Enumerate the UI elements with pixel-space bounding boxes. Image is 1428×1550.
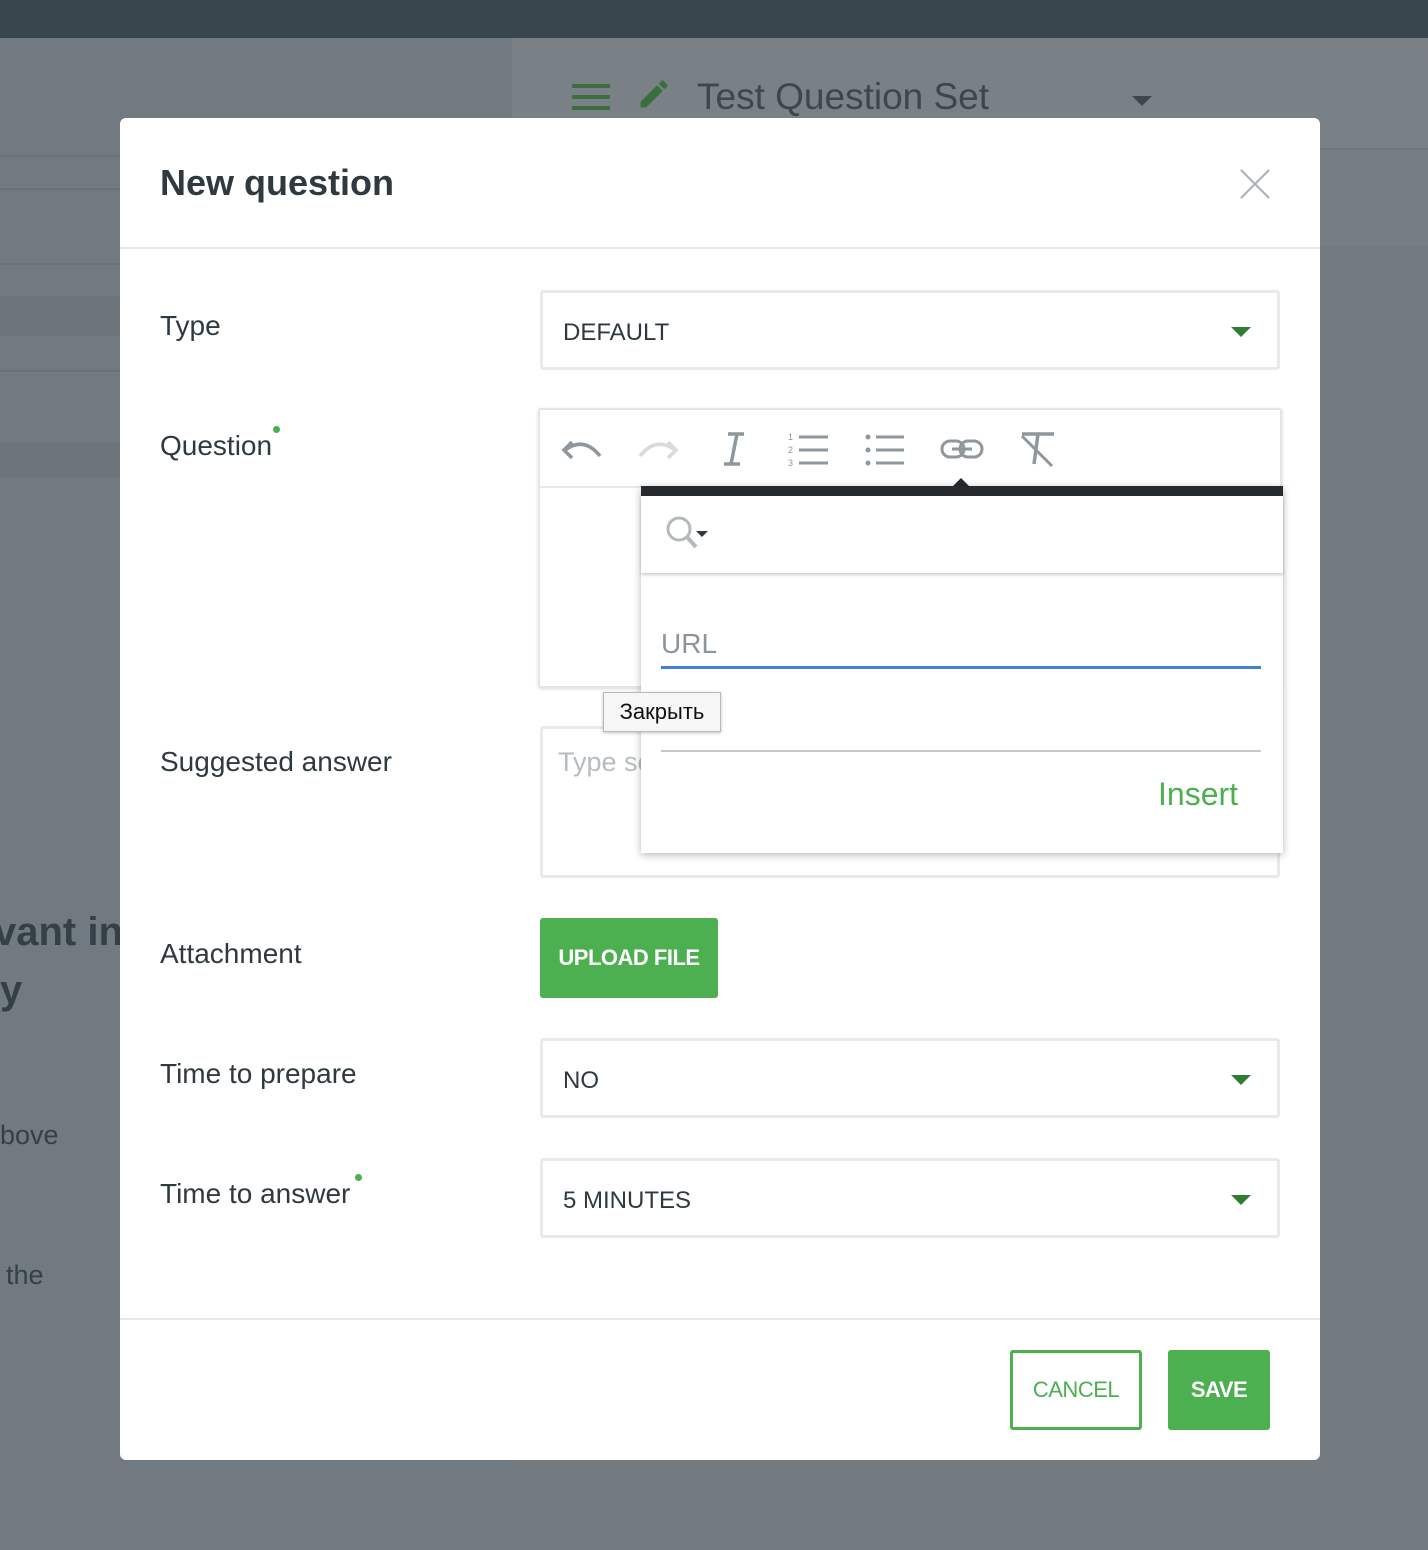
- cancel-button[interactable]: CANCEL: [1010, 1350, 1142, 1430]
- time-to-prepare-value: NO: [563, 1067, 599, 1094]
- link-text-input[interactable]: [661, 704, 1261, 752]
- undo-icon[interactable]: [558, 428, 606, 470]
- suggested-answer-label: Suggested answer: [160, 746, 392, 777]
- italic-icon[interactable]: [710, 428, 758, 470]
- clear-format-icon[interactable]: [1014, 428, 1062, 470]
- background-heading-fragment: vant in: [0, 910, 123, 954]
- editor-toolbar: 1 2 3: [540, 410, 1280, 488]
- save-button[interactable]: SAVE: [1168, 1350, 1270, 1430]
- dialog-footer-divider: [120, 1318, 1320, 1320]
- question-label: Question: [160, 430, 273, 461]
- redo-icon[interactable]: [634, 428, 682, 470]
- search-icon[interactable]: [663, 514, 713, 554]
- svg-text:3: 3: [788, 458, 793, 468]
- bullet-list-icon[interactable]: [862, 428, 910, 470]
- chevron-down-icon: [1231, 327, 1251, 337]
- upload-file-button[interactable]: UPLOAD FILE: [540, 918, 718, 998]
- link-search-bar: [641, 496, 1283, 573]
- pencil-icon: [636, 76, 672, 112]
- type-select-value: DEFAULT: [563, 319, 670, 346]
- dialog-title: New question: [160, 162, 395, 203]
- type-select[interactable]: DEFAULT: [540, 290, 1280, 370]
- background-heading-fragment: y: [0, 968, 23, 1012]
- required-indicator: [273, 426, 280, 433]
- chevron-down-icon: [1231, 1075, 1251, 1085]
- background-text-fragment: the: [6, 1260, 44, 1290]
- required-indicator: [355, 1174, 362, 1181]
- question-set-title: Test Question Set: [697, 76, 990, 117]
- link-icon[interactable]: [938, 428, 986, 470]
- insert-link-popup: URL Insert: [641, 486, 1283, 853]
- dialog-header: New question: [120, 118, 1320, 249]
- chevron-down-icon: [1231, 1195, 1251, 1205]
- app-top-bar: [0, 0, 1428, 38]
- hamburger-icon: [572, 84, 610, 110]
- close-icon[interactable]: [1236, 164, 1274, 202]
- svg-text:1: 1: [788, 432, 793, 442]
- time-to-answer-value: 5 MINUTES: [563, 1187, 692, 1214]
- background-text-fragment: bove: [0, 1120, 59, 1150]
- insert-link-button[interactable]: Insert: [1158, 776, 1238, 813]
- time-to-prepare-select[interactable]: NO: [540, 1038, 1280, 1118]
- svg-text:2: 2: [788, 445, 793, 455]
- time-to-prepare-label: Time to prepare: [160, 1058, 357, 1089]
- close-tooltip: Закрыть: [603, 692, 721, 732]
- suggested-answer-placeholder: Type sc: [558, 747, 643, 777]
- attachment-label: Attachment: [160, 938, 302, 969]
- url-input[interactable]: [661, 621, 1261, 669]
- chevron-down-icon: [1132, 96, 1152, 106]
- time-to-answer-label: Time to answer: [160, 1178, 351, 1209]
- time-to-answer-select[interactable]: 5 MINUTES: [540, 1158, 1280, 1238]
- type-label: Type: [160, 310, 221, 341]
- numbered-list-icon[interactable]: 1 2 3: [786, 428, 834, 470]
